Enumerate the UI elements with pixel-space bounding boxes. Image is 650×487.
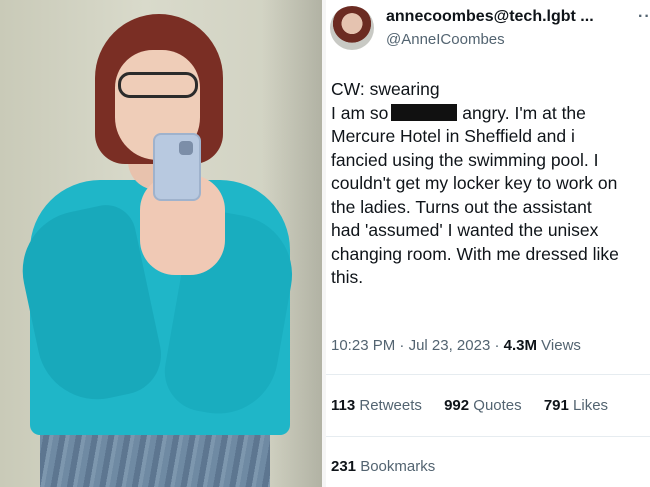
tweet-line: CW: swearing bbox=[331, 79, 440, 99]
phone-camera bbox=[179, 141, 193, 155]
divider-line bbox=[326, 374, 650, 375]
tweet-text: CW: swearing I am so angry. I'm at the M… bbox=[331, 78, 650, 290]
tweet-date[interactable]: Jul 23, 2023 bbox=[409, 337, 491, 354]
tweet-line: couldn't get my locker key to work on bbox=[331, 173, 618, 193]
bookmarks-count: 231 bbox=[331, 458, 357, 475]
attached-photo bbox=[0, 0, 322, 487]
tweet-line: had 'assumed' I wanted the unisex bbox=[331, 220, 599, 240]
bookmarks-stat[interactable]: 231 Bookmarks bbox=[331, 458, 435, 475]
retweets-label: Retweets bbox=[359, 397, 422, 414]
views-count: 4.3M bbox=[503, 337, 537, 354]
display-name[interactable]: annecoombes@tech.lgbt ... bbox=[386, 8, 594, 26]
tweet-line: this. bbox=[331, 267, 364, 287]
photo-phone bbox=[153, 133, 201, 201]
likes-label: Likes bbox=[573, 397, 609, 414]
tweet-meta: 10:23 PM · Jul 23, 2023 · 4.3M Views bbox=[331, 337, 581, 354]
meta-separator: · bbox=[494, 337, 500, 354]
meta-separator: · bbox=[399, 337, 405, 354]
user-handle[interactable]: @AnneIСoombes bbox=[386, 31, 505, 48]
tweet-card: annecoombes@tech.lgbt ... @AnneIСoombes … bbox=[326, 0, 650, 487]
tweet-line-end: angry. I'm at the bbox=[462, 102, 586, 123]
tweet-line-start: I am so bbox=[331, 102, 389, 123]
avatar[interactable] bbox=[330, 6, 374, 50]
retweets-stat[interactable]: 113 Retweets bbox=[331, 397, 422, 414]
retweets-count: 113 bbox=[331, 397, 356, 414]
quotes-label: Quotes bbox=[473, 397, 522, 414]
tweet-line: changing room. With me dressed like bbox=[331, 243, 619, 264]
divider-line bbox=[326, 436, 650, 437]
tweet-time[interactable]: 10:23 PM bbox=[331, 337, 395, 354]
redaction-bar bbox=[391, 103, 458, 121]
bookmarks-label: Bookmarks bbox=[360, 458, 436, 475]
views-label: Views bbox=[541, 337, 581, 354]
quotes-stat[interactable]: 992 Quotes bbox=[444, 397, 522, 414]
engagement-stats: 113 Retweets 992 Quotes 791 Likes bbox=[331, 397, 626, 414]
likes-count: 791 bbox=[543, 397, 569, 414]
tweet-line: fancied using the swimming pool. I bbox=[331, 149, 599, 170]
tweet-line: Mercure Hotel in Sheffield and i bbox=[331, 126, 575, 146]
likes-stat[interactable]: 791 Likes bbox=[544, 397, 608, 414]
tweet-line: the ladies. Turns out the assistant bbox=[331, 196, 592, 217]
more-options-icon[interactable]: ·· bbox=[638, 8, 650, 26]
tweet-line: I am so angry. I'm at the bbox=[331, 102, 650, 126]
quotes-count: 992 bbox=[444, 397, 470, 414]
photo-glasses bbox=[118, 72, 198, 98]
